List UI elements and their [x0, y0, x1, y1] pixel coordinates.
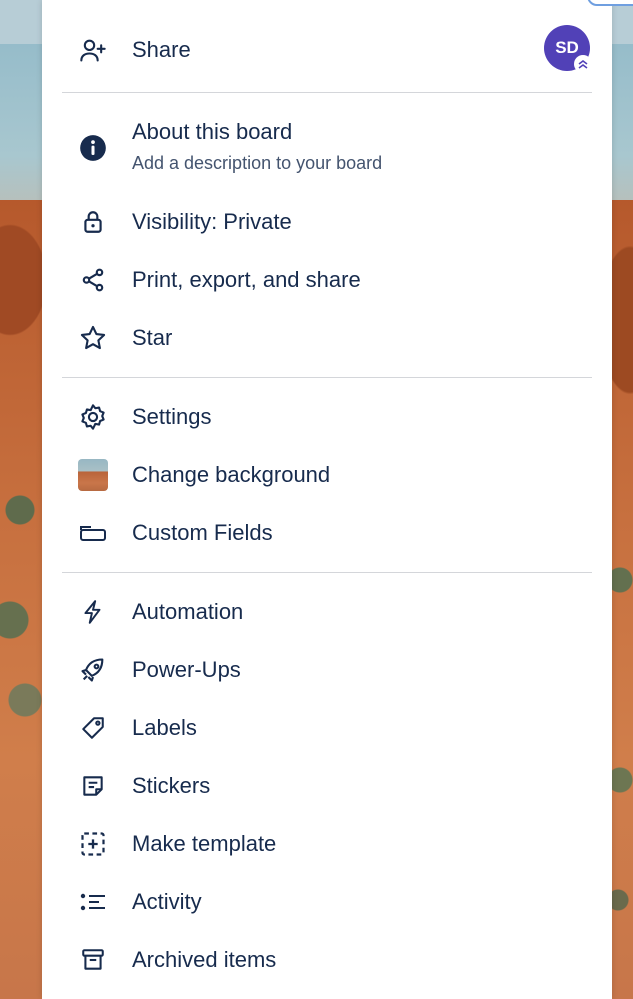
- stickers-menu-item[interactable]: Stickers: [42, 766, 612, 806]
- settings-label: Settings: [132, 404, 212, 429]
- visibility-menu-item[interactable]: Visibility: Private: [42, 202, 612, 242]
- custom-fields-label: Custom Fields: [132, 520, 273, 545]
- star-label: Star: [132, 325, 173, 350]
- archived-items-label: Archived items: [132, 947, 277, 972]
- divider: [62, 572, 592, 573]
- sticker-icon: [78, 771, 108, 801]
- rocket-icon: [78, 655, 108, 685]
- chevrons-up-icon: [574, 55, 592, 73]
- avatar-initials: SD: [555, 38, 579, 57]
- custom-fields-menu-item[interactable]: Custom Fields: [42, 513, 612, 553]
- visibility-label: Visibility: Private: [132, 209, 292, 234]
- header-button-edge[interactable]: [587, 0, 633, 6]
- share-menu-item[interactable]: Share: [42, 30, 612, 70]
- labels-label: Labels: [132, 715, 197, 740]
- settings-menu-item[interactable]: Settings: [42, 397, 612, 437]
- about-board-description: Add a description to your board: [132, 153, 383, 173]
- automation-label: Automation: [132, 599, 244, 624]
- make-template-label: Make template: [132, 831, 277, 856]
- power-ups-menu-item[interactable]: Power-Ups: [42, 650, 612, 690]
- activity-label: Activity: [132, 889, 202, 914]
- add-person-icon: [78, 35, 108, 65]
- print-export-share-label: Print, export, and share: [132, 267, 361, 292]
- custom-fields-icon: [78, 518, 108, 548]
- lock-icon: [78, 207, 108, 237]
- archive-icon: [78, 945, 108, 975]
- make-template-menu-item[interactable]: Make template: [42, 824, 612, 864]
- about-board-label: About this board: [132, 119, 293, 144]
- tag-icon: [78, 713, 108, 743]
- avatar[interactable]: SD: [544, 25, 592, 73]
- gear-icon: [78, 402, 108, 432]
- star-icon: [78, 323, 108, 353]
- divider: [62, 377, 592, 378]
- star-menu-item[interactable]: Star: [42, 318, 612, 358]
- change-background-label: Change background: [132, 462, 331, 487]
- power-ups-label: Power-Ups: [132, 657, 241, 682]
- info-icon: [78, 133, 108, 163]
- list-icon: [78, 887, 108, 917]
- archived-items-menu-item[interactable]: Archived items: [42, 940, 612, 980]
- lightning-icon: [78, 597, 108, 627]
- share-nodes-icon: [78, 265, 108, 295]
- background-brush: [0, 470, 45, 730]
- labels-menu-item[interactable]: Labels: [42, 708, 612, 748]
- change-background-menu-item[interactable]: Change background: [42, 455, 612, 495]
- print-export-share-menu-item[interactable]: Print, export, and share: [42, 260, 612, 300]
- share-label: Share: [132, 37, 191, 62]
- automation-menu-item[interactable]: Automation: [42, 592, 612, 632]
- stickers-label: Stickers: [132, 773, 211, 798]
- activity-menu-item[interactable]: Activity: [42, 882, 612, 922]
- background-thumbnail: [78, 459, 108, 491]
- divider: [62, 92, 592, 93]
- board-menu-panel: Share SD About this board Add a descript…: [42, 0, 633, 999]
- about-board-menu-item[interactable]: About this board Add a description to yo…: [42, 115, 612, 180]
- template-icon: [78, 829, 108, 859]
